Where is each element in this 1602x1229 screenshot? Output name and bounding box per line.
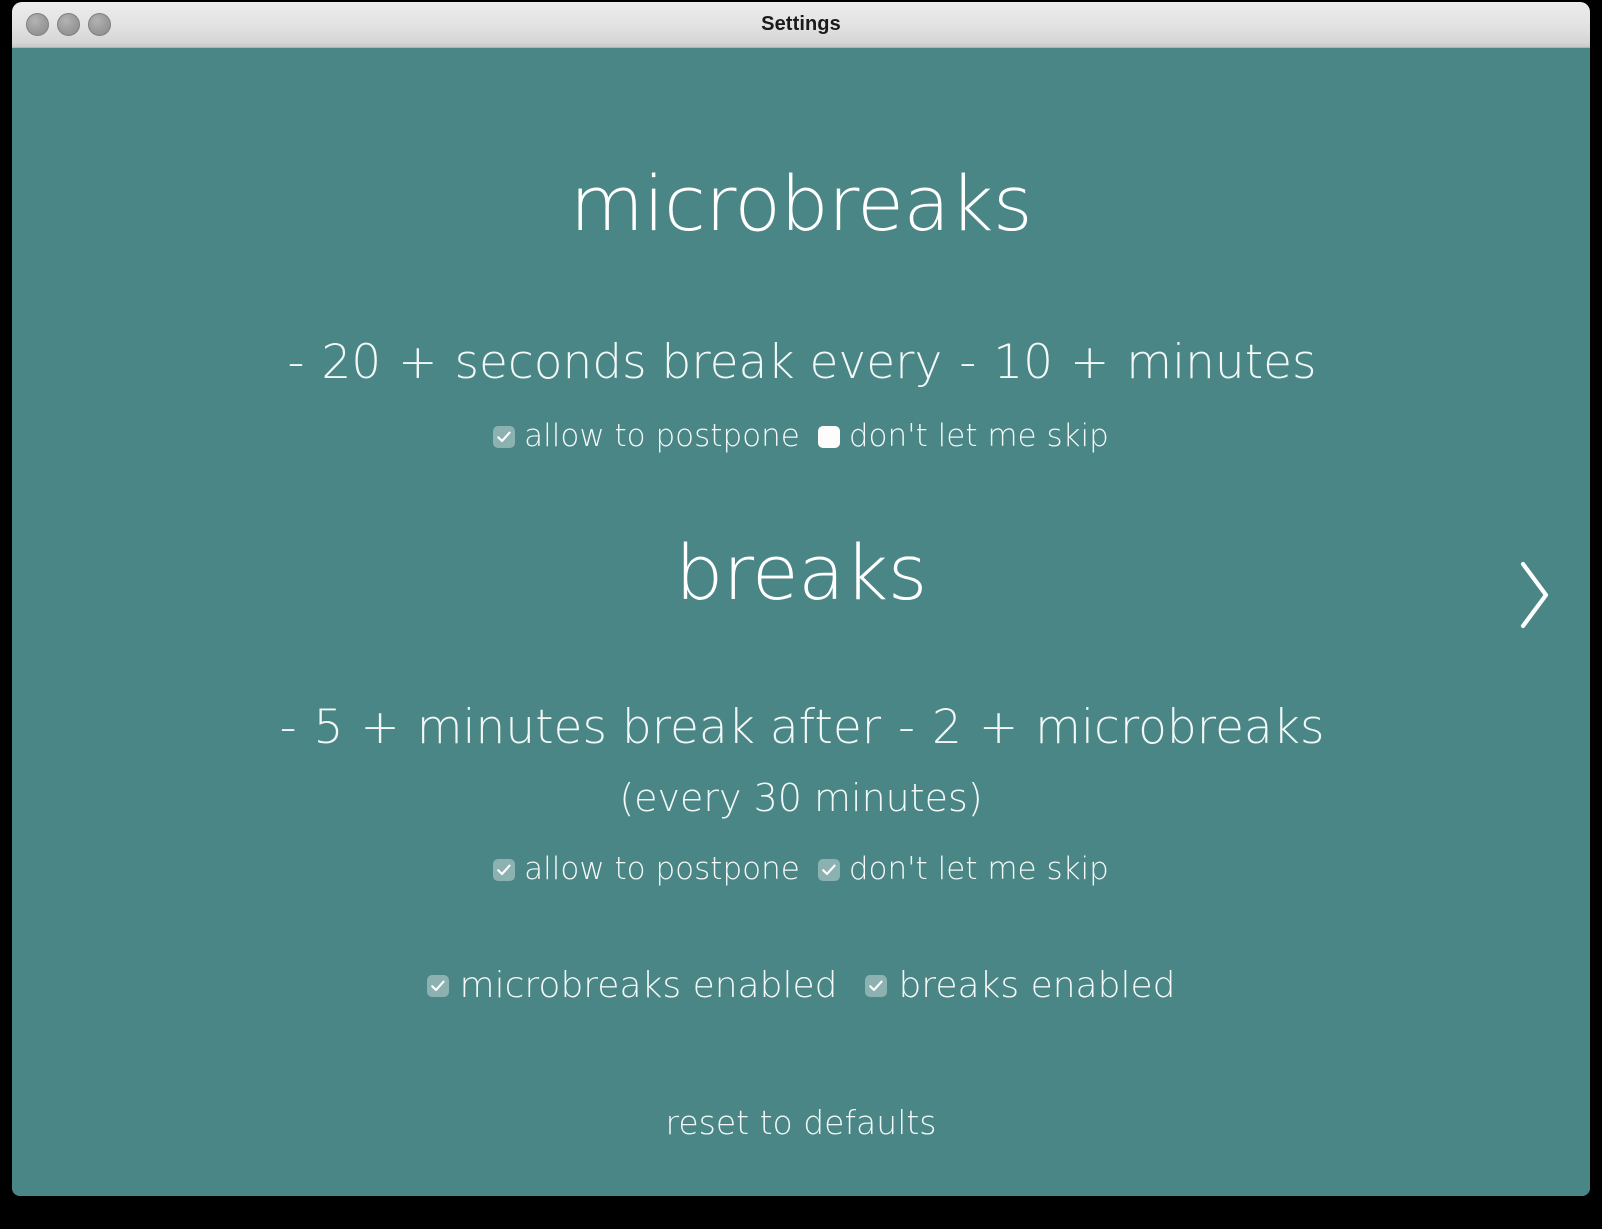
breaks-dont-skip-checkbox[interactable]: don't let me skip (817, 851, 1109, 887)
microbreaks-enabled-label: microbreaks enabled (459, 965, 838, 1006)
settings-window: Settings microbreaks - 20 + seconds brea… (12, 2, 1590, 1196)
breaks-count-decrement[interactable]: - (896, 700, 917, 755)
microbreaks-dont-skip-checkbox[interactable]: don't let me skip (817, 418, 1109, 454)
breaks-settings-line: - 5 + minutes break after - 2 + microbre… (12, 700, 1590, 755)
breaks-allow-postpone-checkbox[interactable]: allow to postpone (493, 854, 800, 885)
close-button[interactable] (26, 13, 49, 36)
settings-content: microbreaks - 20 + seconds break every -… (12, 48, 1590, 1196)
microbreaks-interval-increment[interactable]: + (1068, 335, 1111, 390)
traffic-light-group (26, 2, 111, 47)
microbreaks-settings-line: - 20 + seconds break every - 10 + minute… (12, 335, 1590, 390)
breaks-duration-decrement[interactable]: - (278, 700, 299, 755)
checkbox-unchecked-icon[interactable] (817, 425, 840, 448)
breaks-frequency-note: (every 30 minutes) (619, 776, 983, 820)
window-titlebar: Settings (12, 2, 1590, 48)
enabled-checkbox-row: microbreaks enabled breaks enabled (12, 968, 1590, 1004)
chevron-right-icon (1520, 561, 1549, 629)
breaks-count-value: 2 (931, 700, 962, 755)
microbreaks-interval-unit: minutes (1126, 335, 1317, 390)
checkbox-checked-icon[interactable] (817, 858, 840, 881)
microbreaks-duration-increment[interactable]: + (396, 335, 439, 390)
breaks-duration-increment[interactable]: + (358, 700, 401, 755)
minimize-button[interactable] (57, 13, 80, 36)
breaks-enabled-label: breaks enabled (898, 965, 1176, 1006)
microbreaks-checkbox-row: allow to postpone don't let me skip (12, 421, 1590, 452)
microbreaks-heading: microbreaks (569, 159, 1033, 248)
breaks-allow-postpone-label: allow to postpone (524, 851, 800, 887)
window-title: Settings (761, 13, 841, 35)
microbreaks-duration-value: 20 (321, 335, 382, 390)
microbreaks-allow-postpone-label: allow to postpone (524, 418, 800, 454)
checkbox-checked-icon[interactable] (493, 425, 516, 448)
breaks-checkbox-row: allow to postpone don't let me skip (12, 854, 1590, 885)
microbreaks-allow-postpone-checkbox[interactable]: allow to postpone (493, 421, 800, 452)
reset-to-defaults-link[interactable]: reset to defaults (12, 1103, 1590, 1142)
microbreaks-duration-decrement[interactable]: - (285, 335, 306, 390)
checkbox-checked-icon[interactable] (493, 858, 516, 881)
next-page-button[interactable] (1510, 556, 1558, 634)
desktop-backdrop: Settings microbreaks - 20 + seconds brea… (0, 0, 1602, 1229)
breaks-enabled-checkbox[interactable]: breaks enabled (865, 968, 1175, 1004)
breaks-duration-unit: minutes break after (416, 700, 882, 755)
microbreaks-enabled-checkbox[interactable]: microbreaks enabled (426, 965, 838, 1006)
breaks-count-increment[interactable]: + (977, 700, 1020, 755)
microbreaks-duration-unit: seconds break every (454, 335, 943, 390)
microbreaks-interval-value: 10 (993, 335, 1053, 390)
checkbox-checked-icon[interactable] (865, 975, 888, 997)
microbreaks-dont-skip-label: don't let me skip (848, 418, 1109, 454)
breaks-count-unit: microbreaks (1035, 700, 1325, 755)
microbreaks-interval-decrement[interactable]: - (957, 335, 978, 390)
breaks-dont-skip-label: don't let me skip (848, 851, 1109, 887)
breaks-duration-value: 5 (313, 700, 344, 755)
checkbox-checked-icon[interactable] (426, 975, 449, 997)
breaks-heading: breaks (675, 528, 927, 617)
zoom-button[interactable] (88, 13, 111, 36)
